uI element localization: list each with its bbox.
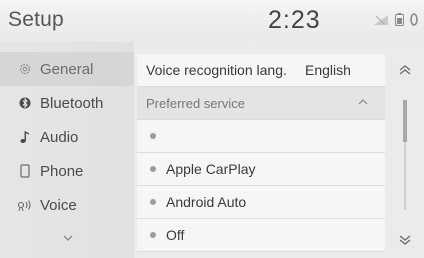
- service-option-row[interactable]: [137, 120, 385, 153]
- status-icons: [373, 13, 418, 26]
- signal-icon: [373, 14, 389, 26]
- page-title: Setup: [8, 8, 64, 31]
- sidebar-item-voice[interactable]: Voice: [0, 188, 134, 222]
- service-option-label: Off: [166, 227, 185, 243]
- scroll-thumb[interactable]: [403, 100, 407, 142]
- sidebar-item-label: Phone: [40, 162, 84, 180]
- chevron-down-icon[interactable]: [60, 230, 76, 246]
- voice-recognition-row[interactable]: Voice recognition lang. English: [137, 54, 385, 87]
- bluetooth-icon: [14, 96, 36, 110]
- radio-bullet-icon: [150, 199, 156, 205]
- service-option-android-auto[interactable]: Android Auto: [137, 186, 385, 219]
- service-option-off[interactable]: Off: [137, 219, 385, 252]
- voice-recognition-label: Voice recognition lang.: [146, 62, 287, 78]
- music-note-icon: [14, 130, 36, 144]
- sidebar-item-general[interactable]: General: [0, 52, 134, 86]
- sidebar: General Bluetooth Audio Phone Voice: [0, 42, 134, 258]
- radio-bullet-icon: [150, 166, 156, 172]
- radio-bullet-icon: [150, 133, 156, 139]
- preferred-service-header[interactable]: Preferred service: [137, 87, 385, 120]
- preferred-service-label: Preferred service: [146, 95, 245, 111]
- service-option-apple-carplay[interactable]: Apple CarPlay: [137, 153, 385, 186]
- voice-icon: [14, 198, 36, 212]
- service-option-label: Apple CarPlay: [166, 161, 256, 177]
- sidebar-item-label: Bluetooth: [40, 94, 104, 112]
- voice-recognition-value: English: [305, 62, 351, 78]
- sidebar-item-phone[interactable]: Phone: [0, 154, 134, 188]
- sidebar-item-label: General: [40, 60, 94, 78]
- data-icon: [410, 13, 418, 26]
- chevron-up-icon: [357, 96, 369, 111]
- sidebar-item-label: Voice: [40, 196, 77, 214]
- service-option-label: Android Auto: [166, 194, 247, 210]
- settings-list: Voice recognition lang. English Preferre…: [137, 42, 387, 258]
- double-chevron-up-icon[interactable]: [397, 62, 413, 83]
- scrollbar[interactable]: [387, 42, 424, 258]
- sidebar-item-audio[interactable]: Audio: [0, 120, 134, 154]
- sidebar-item-label: Audio: [40, 128, 79, 146]
- double-chevron-down-icon[interactable]: [397, 232, 413, 253]
- gear-icon: [14, 62, 36, 76]
- battery-icon: [395, 13, 404, 26]
- clock: 2:23: [268, 6, 321, 34]
- header-bar: Setup 2:23: [0, 0, 424, 42]
- sidebar-item-bluetooth[interactable]: Bluetooth: [0, 86, 134, 120]
- phone-icon: [14, 164, 36, 178]
- radio-bullet-icon: [150, 232, 156, 238]
